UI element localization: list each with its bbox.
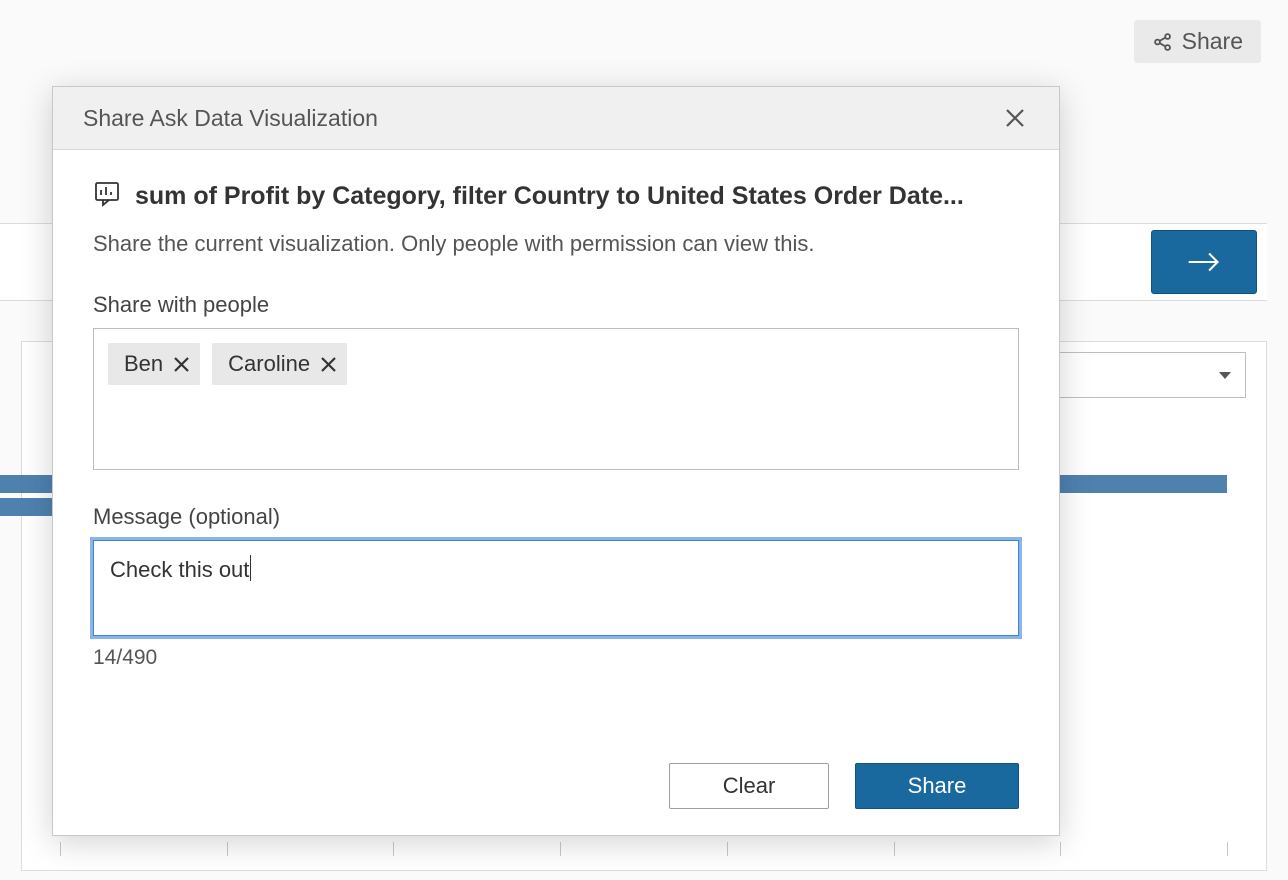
chevron-down-icon [1219, 372, 1231, 379]
share-button-top[interactable]: Share [1134, 20, 1261, 63]
message-input[interactable]: Check this out [93, 540, 1019, 636]
run-query-button[interactable] [1151, 230, 1257, 294]
axis-ticks [60, 842, 1228, 856]
dialog-title: Share Ask Data Visualization [83, 105, 378, 132]
share-dialog: Share Ask Data Visualization sum of Prof… [52, 86, 1060, 836]
viz-title: sum of Profit by Category, filter Countr… [135, 182, 1019, 211]
share-icon [1152, 31, 1174, 53]
message-value: Check this out [110, 557, 249, 582]
person-chip: Caroline [212, 343, 347, 385]
share-submit-button[interactable]: Share [855, 763, 1019, 809]
people-input[interactable]: Ben Caroline [93, 328, 1019, 470]
people-label: Share with people [93, 292, 1019, 318]
close-button[interactable] [1001, 104, 1029, 132]
clear-button[interactable]: Clear [669, 763, 829, 809]
remove-person-icon[interactable] [320, 356, 337, 373]
askdata-icon [93, 180, 121, 213]
char-counter: 14/490 [93, 646, 1019, 670]
bar-segment [0, 498, 55, 516]
person-chip-name: Ben [124, 351, 163, 377]
share-description: Share the current visualization. Only pe… [93, 227, 1019, 260]
person-chip: Ben [108, 343, 200, 385]
text-caret [250, 555, 251, 581]
dialog-header: Share Ask Data Visualization [53, 87, 1059, 150]
remove-person-icon[interactable] [173, 356, 190, 373]
person-chip-name: Caroline [228, 351, 310, 377]
message-label: Message (optional) [93, 504, 1019, 530]
share-submit-label: Share [908, 773, 967, 799]
clear-button-label: Clear [723, 773, 776, 799]
share-button-top-label: Share [1182, 28, 1243, 55]
